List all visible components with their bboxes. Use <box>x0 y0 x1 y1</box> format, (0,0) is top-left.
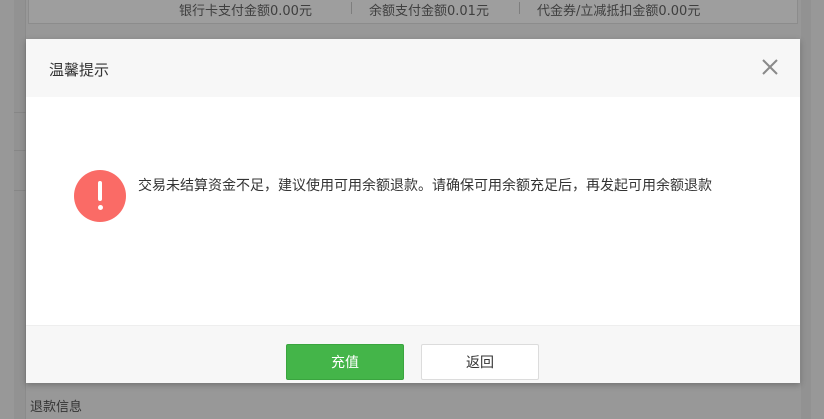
recharge-button[interactable]: 充值 <box>286 344 404 380</box>
back-button[interactable]: 返回 <box>421 344 539 380</box>
dialog-title: 温馨提示 <box>49 61 110 79</box>
close-icon[interactable] <box>759 56 781 78</box>
dialog-footer: 充值 返回 <box>26 325 800 383</box>
dialog-body: 交易未结算资金不足，建议使用可用余额退款。请确保可用余额充足后，再发起可用余额退… <box>26 97 800 325</box>
dialog-message: 交易未结算资金不足，建议使用可用余额退款。请确保可用余额充足后，再发起可用余额退… <box>138 178 712 194</box>
exclamation-circle-icon <box>74 170 126 222</box>
tips-dialog: 温馨提示 交易未结算资金不足，建议使用可用余额退款。请确保可用余额充足后，再发起… <box>26 39 800 383</box>
dialog-header: 温馨提示 <box>26 39 800 97</box>
